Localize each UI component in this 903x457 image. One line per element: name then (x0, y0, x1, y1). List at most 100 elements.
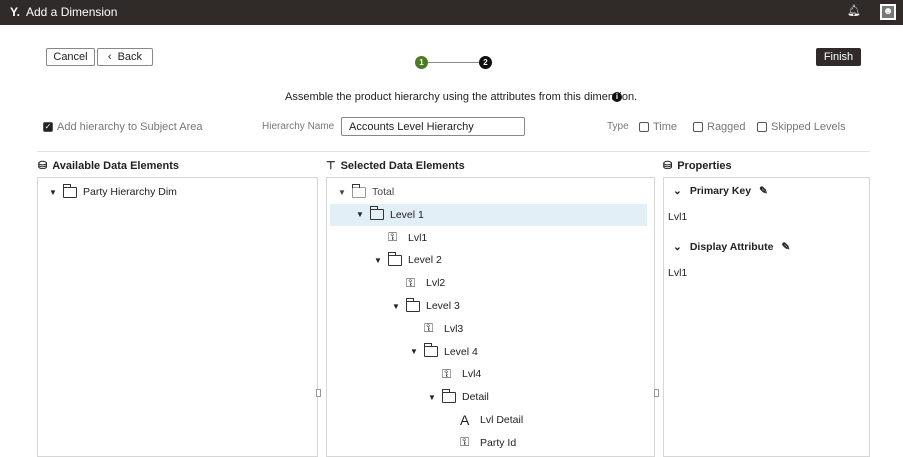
finish-button[interactable]: Finish (816, 48, 861, 66)
type-time-checkbox[interactable]: Time (639, 121, 677, 133)
tree-item-label: Level 1 (390, 208, 424, 221)
checkbox-checked-icon: ✓ (43, 122, 53, 132)
properties-title: Properties (677, 159, 732, 172)
selected-title: Selected Data Elements (340, 159, 465, 172)
folder-icon (387, 251, 402, 266)
tree-item[interactable]: ▼ Level 3 (392, 295, 460, 317)
checkbox-icon (693, 122, 703, 132)
caret-down-icon[interactable]: ▼ (410, 347, 418, 356)
type-ragged-label: Ragged (707, 121, 746, 133)
type-label: Type (607, 121, 629, 132)
available-panel: ▼ Party Hierarchy Dim (37, 177, 318, 457)
folder-icon (369, 206, 384, 221)
pencil-icon[interactable]: ✎ (781, 241, 790, 253)
caret-down-icon[interactable]: ▼ (356, 210, 364, 219)
tree-item-label: Lvl3 (444, 322, 464, 335)
folder-icon (405, 297, 420, 312)
tree-item[interactable]: ⚿︎ Lvl4 (442, 363, 481, 385)
type-skipped-levels-checkbox[interactable]: Skipped Levels (757, 121, 846, 133)
primary-key-value: Lvl1 (668, 211, 688, 223)
selected-panel: ▼ Total ▼ Level 1 ⚿︎ Lvl1 ▼ Level 2 ⚿︎ Lvl2 ▼ Level… (326, 177, 655, 457)
splitter-handle[interactable] (316, 389, 321, 397)
properties-panel: ⌄ Primary Key ✎ Lvl1 ⌄ Display Attribute ✎ L… (663, 177, 870, 457)
back-button[interactable]: ‹ Back (97, 48, 153, 66)
database-icon: ⛁ (663, 160, 673, 172)
tree-item-label: Level 4 (444, 345, 478, 358)
tree-item[interactable]: ⚿︎ Lvl2 (406, 272, 445, 294)
type-time-label: Time (653, 121, 678, 133)
caret-down-icon[interactable]: ▼ (49, 188, 57, 197)
add-to-subject-area-checkbox[interactable]: ✓ Add hierarchy to Subject Area (43, 121, 203, 133)
tree-item-label: Party Id (480, 436, 517, 449)
tree-item[interactable]: ▼ Level 1 (330, 203, 647, 226)
caret-down-icon[interactable]: ▼ (428, 393, 436, 402)
tree-item-label: Lvl1 (408, 231, 428, 244)
folder-icon (423, 343, 438, 358)
add-to-subject-area-label: Add hierarchy to Subject Area (57, 121, 203, 133)
top-bar: Y. Add a Dimension 🔔︎ ☻ (0, 0, 903, 25)
database-icon: ⛁ (38, 160, 48, 172)
key-icon: ⚿︎ (388, 230, 398, 245)
user-profile-icon[interactable]: ☻ (880, 4, 896, 20)
info-icon[interactable]: i (612, 92, 622, 102)
available-title: Available Data Elements (52, 159, 179, 172)
tree-item[interactable]: ⚿︎ Lvl3 (424, 318, 463, 340)
tree-item-label: Party Hierarchy Dim (83, 186, 177, 198)
folder-icon (351, 183, 366, 198)
primary-key-section[interactable]: ⌄ Primary Key ✎ (673, 185, 768, 197)
checkbox-icon (757, 122, 767, 132)
key-icon: ⚿︎ (406, 275, 416, 290)
tree-item[interactable]: ▼ Level 2 (374, 249, 442, 271)
app-logo: Y. (10, 5, 21, 19)
finish-label: Finish (823, 51, 854, 63)
tree-item-label: Total (372, 186, 395, 198)
tree-item[interactable]: ⚿︎ Party Id (460, 432, 516, 454)
hierarchy-name-label: Hierarchy Name (262, 121, 335, 132)
display-attribute-value: Lvl1 (668, 267, 688, 279)
instruction-text: Assemble the product hierarchy using the… (285, 91, 638, 103)
chevron-down-icon: ⌄ (673, 185, 682, 197)
step-2[interactable]: 2 (479, 56, 492, 69)
tree-item-label: Level 3 (426, 300, 460, 312)
page-title: Add a Dimension (26, 5, 118, 19)
tree-item-label: Lvl Detail (480, 414, 524, 426)
section-title: Display Attribute (689, 241, 774, 253)
attribute-icon: A (460, 412, 470, 428)
stepper-line (428, 62, 480, 63)
tree-item-party-hierarchy-dim[interactable]: ▼ Party Hierarchy Dim (49, 181, 177, 203)
pencil-icon[interactable]: ✎ (759, 185, 768, 197)
section-title: Primary Key (689, 185, 752, 197)
chevron-left-icon: ‹ (107, 51, 112, 63)
type-skipped-levels-label: Skipped Levels (771, 121, 846, 133)
display-attribute-section[interactable]: ⌄ Display Attribute ✎ (673, 241, 790, 253)
splitter-handle[interactable] (654, 389, 659, 397)
folder-icon (62, 183, 77, 198)
checkbox-icon (639, 122, 649, 132)
tree-item[interactable]: A Lvl Detail (460, 409, 523, 431)
step-1[interactable]: 1 (415, 56, 428, 69)
tree-item[interactable]: ▼ Detail (428, 386, 489, 408)
divider (37, 151, 870, 152)
available-header: ⛁ Available Data Elements (38, 159, 179, 173)
cancel-button[interactable]: Cancel (46, 48, 95, 66)
type-ragged-checkbox[interactable]: Ragged (693, 121, 746, 133)
hierarchy-icon: ⊤ (326, 160, 336, 172)
key-icon: ⚿︎ (460, 435, 470, 450)
tree-item[interactable]: ⚿︎ Lvl1 (388, 227, 427, 249)
caret-down-icon[interactable]: ▼ (392, 302, 400, 311)
tree-item[interactable]: ▼ Level 4 (410, 341, 478, 363)
folder-icon (441, 388, 456, 403)
caret-down-icon[interactable]: ▼ (338, 188, 346, 197)
key-icon: ⚿︎ (442, 366, 452, 381)
tree-item-label: Detail (462, 391, 489, 404)
key-icon: ⚿︎ (424, 321, 434, 336)
cancel-label: Cancel (53, 51, 88, 63)
tree-item-label: Lvl4 (462, 368, 482, 381)
hierarchy-name-input[interactable]: Accounts Level Hierarchy (341, 117, 525, 136)
back-label: Back (117, 51, 143, 63)
bell-icon[interactable]: 🔔︎ (847, 4, 861, 17)
tree-item-label: Lvl2 (426, 277, 446, 290)
properties-header: ⛁ Properties (663, 159, 732, 173)
tree-item[interactable]: ▼ Total (338, 181, 394, 203)
caret-down-icon[interactable]: ▼ (374, 256, 382, 265)
